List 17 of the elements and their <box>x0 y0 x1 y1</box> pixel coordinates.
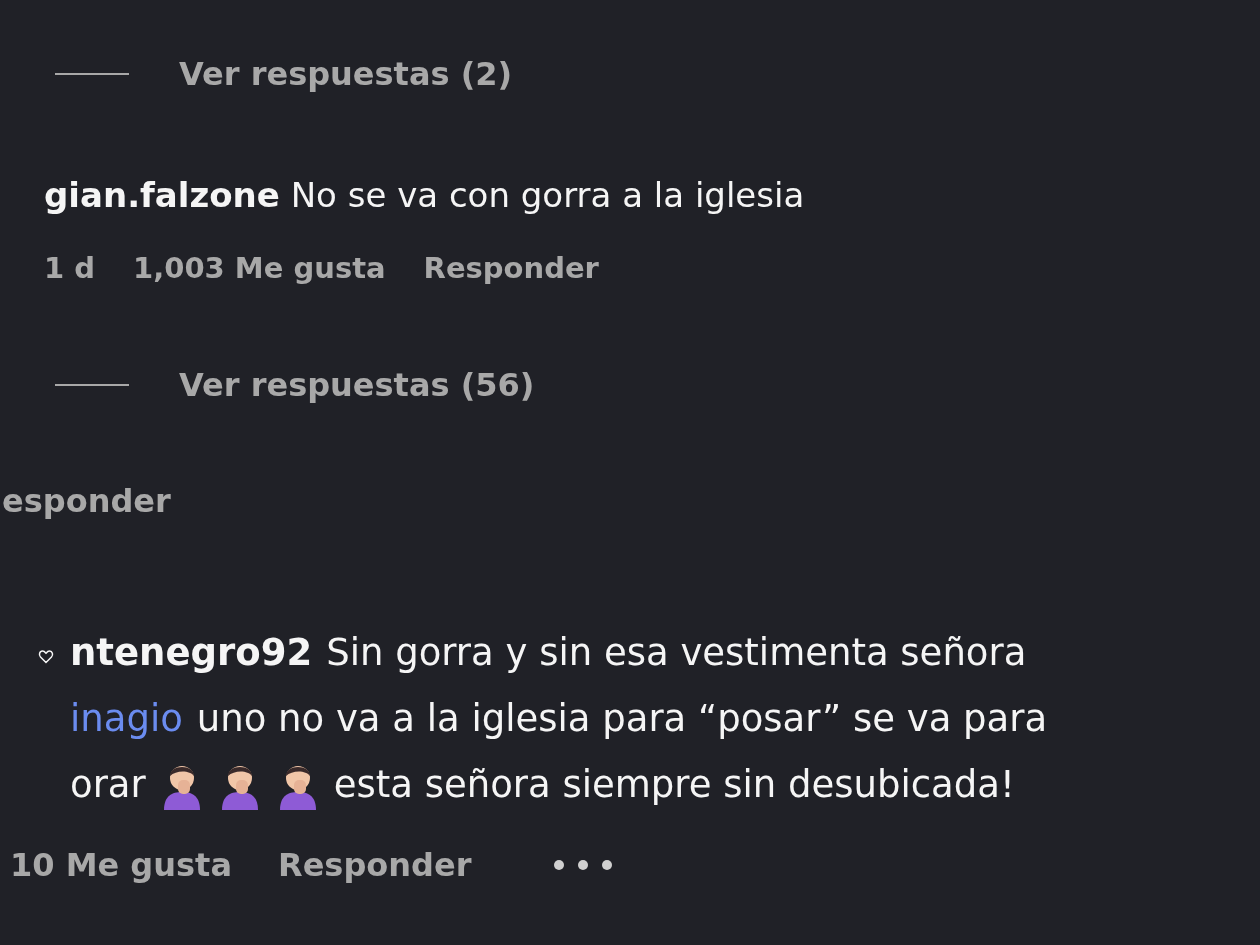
view-replies-button[interactable]: Ver respuestas (56) <box>179 360 535 409</box>
like-heart-icon[interactable] <box>38 648 54 664</box>
comment-text: esta señora siempre sin desubicada! <box>333 761 1015 808</box>
reply-button[interactable]: esponder <box>0 476 171 525</box>
mention-link[interactable]: inagio <box>70 690 183 747</box>
username[interactable]: ntenegro92 <box>70 624 313 681</box>
reply-button[interactable]: Responder <box>278 840 472 889</box>
reply-button[interactable]: Responder <box>423 247 599 291</box>
more-options-icon[interactable] <box>553 858 614 871</box>
comment-text: orar <box>70 761 146 808</box>
comment-text: Sin gorra y sin esa vestimenta señora <box>326 629 1027 676</box>
view-replies-button[interactable]: Ver respuestas (2) <box>179 50 513 98</box>
likes-count[interactable]: 1,003 Me gusta <box>133 247 386 291</box>
comment-text: gian.falzone No se va con gorra a la iglesia <box>44 175 805 215</box>
timestamp: 1 d <box>44 250 96 287</box>
comment-text: uno no va a la iglesia para “posar” se va para <box>196 695 1048 742</box>
likes-count[interactable]: 10 Me gusta <box>10 840 232 889</box>
